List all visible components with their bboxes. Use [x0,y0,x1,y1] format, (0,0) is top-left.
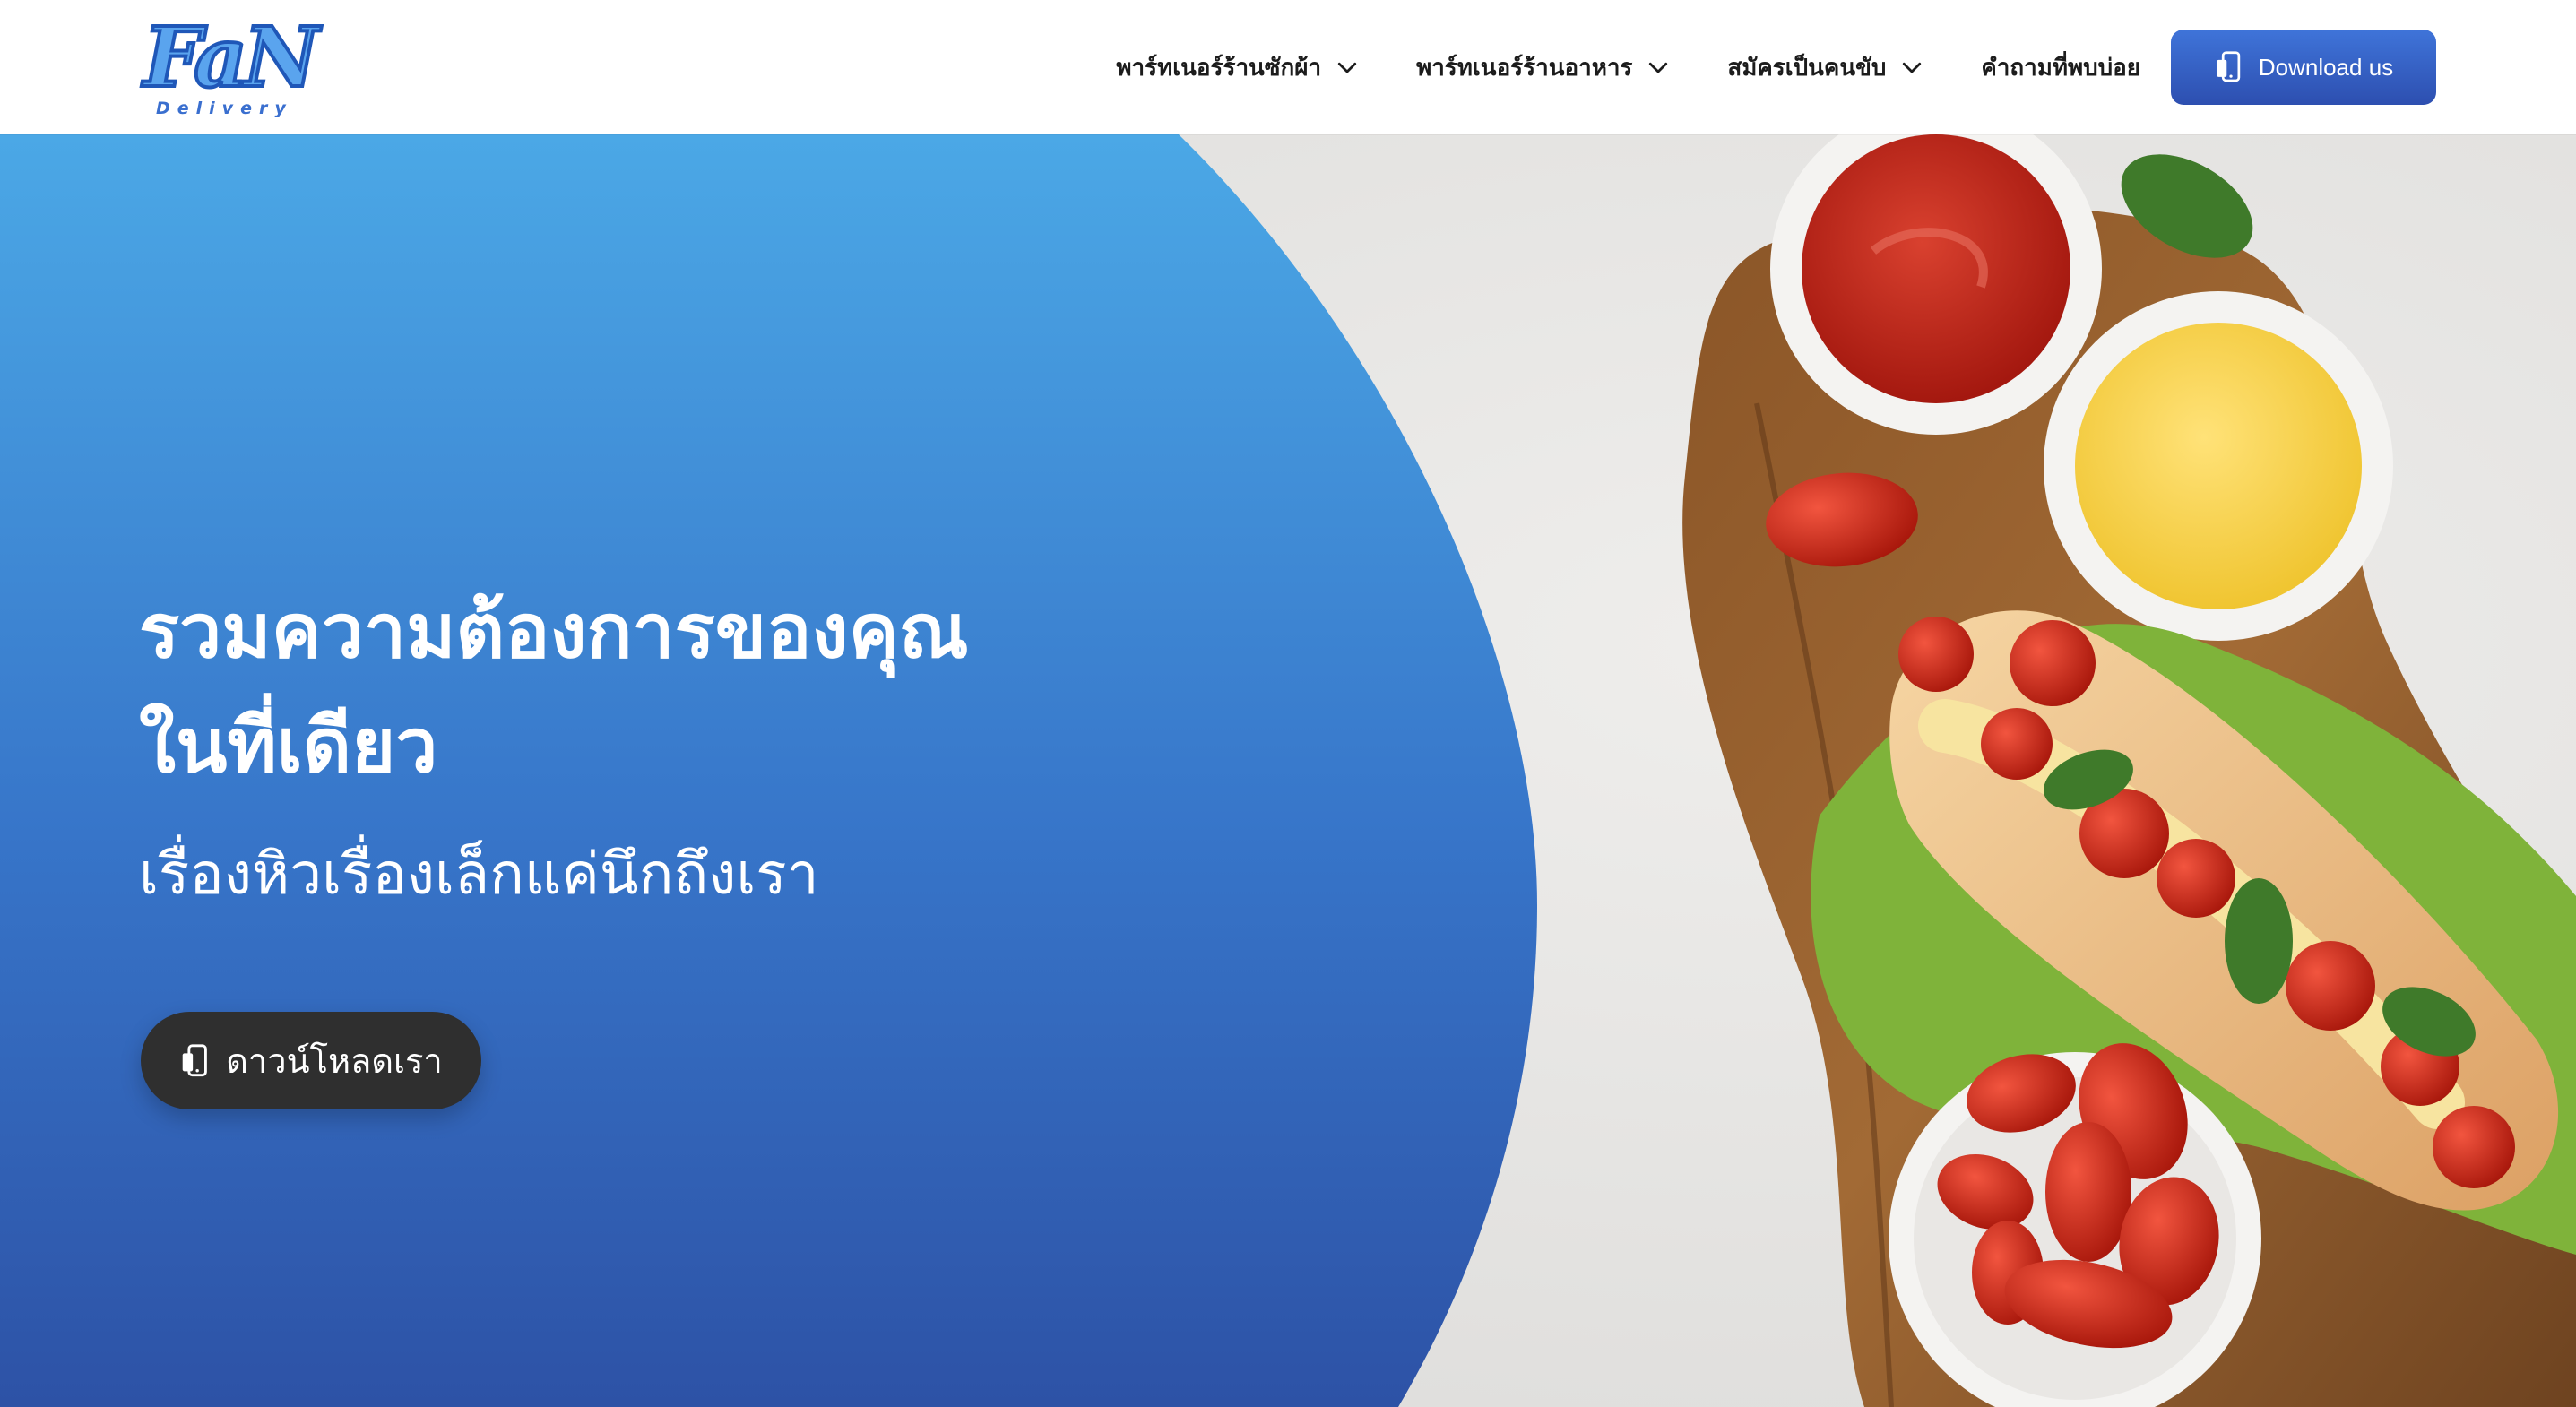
logo-wordmark: FaN [142,9,321,106]
nav-item-label: พาร์ทเนอร์ร้านซักผ้า [1116,54,1322,82]
download-app-label: ดาวน์โหลดเรา [226,1041,443,1081]
hero-headline-line-2: ในที่เดียว [139,702,438,790]
main-nav: พาร์ทเนอร์ร้านซักผ้า พาร์ทเนอร์ร้านอาหาร… [1116,29,2436,106]
brand-logo[interactable]: FaN Delivery [142,9,321,125]
chevron-down-icon [1337,62,1357,73]
hero-headline: รวมความต้องการของคุณ ในที่เดียว [139,574,1259,803]
hero-headline-line-1: รวมความต้องการของคุณ [139,587,969,675]
chevron-down-icon [1903,62,1922,73]
download-us-button[interactable]: Download us [2171,30,2436,105]
nav-item-label: พาร์ทเนอร์ร้านอาหาร [1416,54,1633,82]
download-us-label: Download us [2258,53,2394,81]
logo-tagline: Delivery [156,99,293,118]
nav-item-restaurant-partner[interactable]: พาร์ทเนอร์ร้านอาหาร [1416,49,1672,86]
phone-download-icon [182,1043,208,1076]
hero-section: รวมความต้องการของคุณ ในที่เดียว เรื่องหิ… [0,134,2576,1407]
phone-download-icon [2217,51,2241,82]
site-header: FaN Delivery พาร์ทเนอร์ร้านซักผ้า พาร์ทเ… [0,0,2576,134]
download-app-button[interactable]: ดาวน์โหลดเรา [141,1012,481,1109]
nav-item-label: สมัครเป็นคนขับ [1727,54,1887,82]
nav-item-faq[interactable]: คำถามที่พบบ่อย [1981,49,2140,86]
nav-item-laundry-partner[interactable]: พาร์ทเนอร์ร้านซักผ้า [1116,49,1361,86]
chevron-down-icon [1649,62,1668,73]
nav-item-label: คำถามที่พบบ่อย [1981,54,2140,82]
hero-subheadline: เรื่องหิวเรื่องเล็กแค่นึกถึงเรา [139,842,819,908]
nav-item-driver-signup[interactable]: สมัครเป็นคนขับ [1727,49,1925,86]
